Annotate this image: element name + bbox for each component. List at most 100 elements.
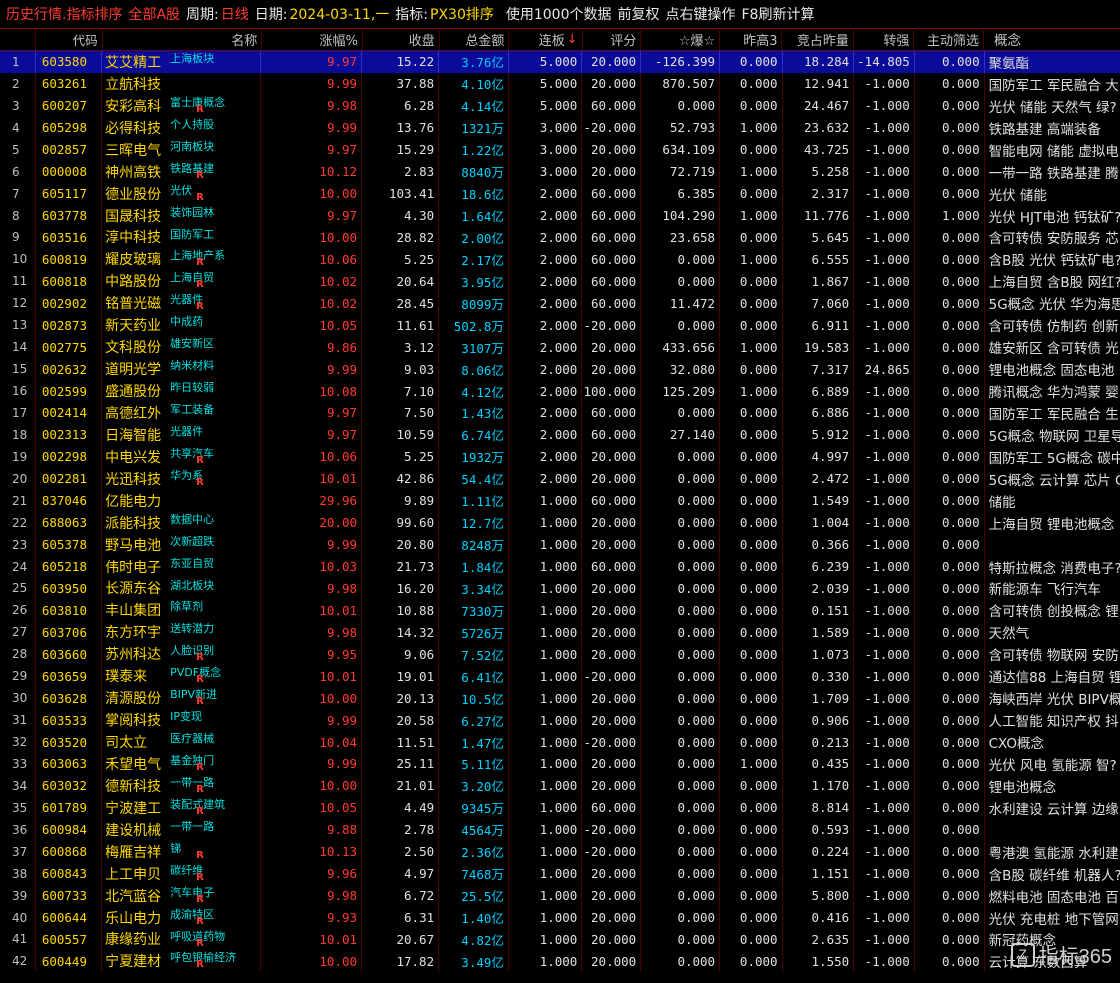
title-period[interactable]: 日线 (221, 4, 249, 24)
stock-code: 002313 (36, 423, 103, 446)
total-amount: 7468万 (439, 862, 509, 885)
title-adjust[interactable]: 前复权 (618, 4, 660, 24)
table-row[interactable]: 42 600449 宁夏建材 呼包银榆经济 R 10.00 17.82 3.49亿 1.000 2… (0, 950, 1120, 973)
col-zhuanqiang[interactable]: 转强 (854, 28, 915, 50)
table-row[interactable]: 6 000008 神州高铁 铁路基建 R 10.12 2.83 8840万 3.000 20.00… (0, 160, 1120, 183)
stock-name-text: 清源股份 (105, 691, 162, 708)
table-row[interactable]: 26 603810 丰山集团 除草剂 10.01 10.88 7330万 1.000 20.00… (0, 599, 1120, 622)
table-row[interactable]: 13 002873 新天药业 中成药 10.05 11.61 502.8万 2.000 -20.… (0, 314, 1120, 337)
col-zhudong[interactable]: 主动筛选 (914, 28, 985, 50)
zhuanqiang-value: -1.000 (854, 204, 915, 227)
stock-name-text: 中电兴发 (105, 449, 162, 466)
bao-value: 0.000 (641, 94, 721, 117)
zuogao-value: 0.000 (720, 72, 783, 95)
zuogao-value: 0.000 (720, 796, 783, 819)
table-row[interactable]: 30 603628 清源股份 BIPV新进 R 10.00 20.13 10.5亿 1.000 2… (0, 687, 1120, 710)
zhuanqiang-value: -1.000 (854, 336, 915, 359)
table-row[interactable]: 35 601789 宁波建工 装配式建筑 R 10.05 4.49 9345万 1.000 60.… (0, 796, 1120, 819)
table-row[interactable]: 15 002632 道明光学 纳米材料 9.99 9.03 8.06亿 2.000 20.000… (0, 358, 1120, 381)
table-row[interactable]: 29 603659 璞泰来 PVDF概念 R 10.01 19.01 6.41亿 1.000 -2… (0, 665, 1120, 688)
col-gainian[interactable]: 概念 (984, 28, 1120, 50)
table-row[interactable]: 17 002414 高德红外 军工装备 9.97 7.50 1.43亿 2.000 60.000… (0, 402, 1120, 424)
table-row[interactable]: 20 002281 光迅科技 华为系 R 10.01 42.86 54.4亿 2.000 20.0… (0, 467, 1120, 490)
table-row[interactable]: 27 603706 东方环宇 送转潜力 9.98 14.32 5726万 1.000 20.00… (0, 621, 1120, 644)
col-code[interactable]: 代码 (36, 28, 103, 50)
zhudong-value: 0.000 (915, 665, 985, 688)
table-row[interactable]: 9 603516 淳中科技 国防军工 10.00 28.82 2.00亿 2.000 60.00… (0, 226, 1120, 249)
row-index: 20 (0, 467, 36, 490)
table-row[interactable]: 40 600644 乐山电力 成渝特区 R 9.93 6.31 1.40亿 1.000 20.00… (0, 906, 1120, 929)
table-row[interactable]: 1 603580 艾艾精工 上海板块 9.97 15.22 3.76亿 5.000 20.000… (0, 51, 1120, 73)
title-date[interactable]: 2024-03-11,一 (289, 4, 389, 24)
table-row[interactable]: 38 600843 上工申贝 碳纤维 R 9.96 4.97 7468万 1.000 20.000… (0, 862, 1120, 885)
title-module[interactable]: 历史行情.指标排序 (6, 4, 122, 24)
pct-change: 9.86 (261, 336, 363, 359)
col-pct[interactable]: 涨幅% (262, 28, 363, 50)
table-row[interactable]: 10 600819 耀皮玻璃 上海地产系 R 10.06 5.25 2.17亿 2.000 60.… (0, 248, 1120, 271)
pct-change: 20.00 (261, 511, 363, 534)
table-row[interactable]: 21 837046 亿能电力 29.96 9.89 1.11亿 1.000 60.000 0.0… (0, 489, 1120, 512)
col-bao[interactable]: ☆爆☆ (641, 28, 721, 50)
pct-change: 10.01 (261, 599, 363, 622)
concept-text: 铁路基建 高端装备 (988, 121, 1101, 138)
col-score[interactable]: 评分 (583, 28, 642, 50)
stock-name: 司太立 医疗器械 (102, 731, 262, 753)
table-row[interactable]: 2 603261 立航科技 9.99 37.88 4.10亿 5.000 20.000 870.… (0, 72, 1120, 95)
col-zuogao[interactable]: 昨高3 (720, 28, 783, 50)
stock-name: 德业股份 光伏 R (102, 182, 262, 205)
stock-name: 国晟科技 装饰园林 (102, 204, 262, 227)
margin-flag-icon: R (196, 805, 204, 817)
jingzhan-value: 2.472 (783, 467, 855, 490)
table-row[interactable]: 34 603032 德新科技 一带一路 R 10.00 21.01 3.20亿 1.000 20.… (0, 774, 1120, 797)
table-row[interactable]: 16 002599 盛通股份 昨日较弱 10.08 7.10 4.12亿 2.000 100.0… (0, 380, 1120, 402)
watermark-text: 指标365 (1038, 946, 1112, 968)
table-row[interactable]: 12 002902 铭普光磁 光器件 R 10.02 28.45 8099万 2.000 60.0… (0, 292, 1120, 315)
table-row[interactable]: 11 600818 中路股份 上海自贸 R 10.02 20.64 3.95亿 2.000 60.… (0, 270, 1120, 293)
score-value: -20.000 (582, 840, 642, 863)
bao-value: 0.000 (641, 402, 721, 424)
stock-code: 600843 (36, 862, 103, 885)
table-row[interactable]: 4 605298 必得科技 个人持股 9.99 13.76 1321万 3.000 -20.00… (0, 116, 1120, 139)
table-row[interactable]: 24 605218 伟时电子 东亚自贸 10.03 21.73 1.84亿 1.000 60.0… (0, 555, 1120, 578)
sector-tag: 国防军工 (170, 227, 215, 241)
table-row[interactable]: 14 002775 文科股份 雄安新区 9.86 3.12 3107万 2.000 20.000… (0, 336, 1120, 359)
table-row[interactable]: 18 002313 日海智能 光器件 9.97 10.59 6.74亿 2.000 60.000… (0, 423, 1120, 446)
table-row[interactable]: 33 603063 禾望电气 基金独门 R 9.99 25.11 5.11亿 1.000 20.0… (0, 753, 1120, 775)
stock-name-text: 长源东谷 (105, 581, 162, 598)
zhudong-value: 0.000 (915, 753, 985, 775)
table-row[interactable]: 3 600207 安彩高科 富士康概念 R 9.98 6.28 4.14亿 5.000 60.00… (0, 94, 1120, 117)
zhuanqiang-value: -1.000 (854, 599, 915, 622)
col-name[interactable]: 名称 (103, 28, 263, 50)
row-index: 14 (0, 336, 36, 359)
table-row[interactable]: 36 600984 建设机械 一带一路 9.88 2.78 4564万 1.000 -20.00… (0, 818, 1120, 841)
jingzhan-value: 6.889 (783, 380, 855, 402)
concept-text: 国防军工 军民融合 大 (988, 77, 1119, 94)
zhudong-value: 0.000 (915, 687, 985, 710)
title-indicator[interactable]: PX30排序 (430, 4, 494, 24)
col-lianban[interactable]: 连板 ↓ (509, 28, 583, 50)
stock-name-text: 中路股份 (105, 274, 162, 291)
table-row[interactable]: 7 605117 德业股份 光伏 R 10.00 103.41 18.6亿 2.000 60.00… (0, 182, 1120, 205)
table-row[interactable]: 23 605378 野马电池 次新超跌 9.99 20.80 8248万 1.000 20.00… (0, 533, 1120, 556)
table-row[interactable]: 28 603660 苏州科达 人脸识别 R 9.95 9.06 7.52亿 1.000 20.00… (0, 643, 1120, 666)
stock-name: 乐山电力 成渝特区 R (102, 906, 262, 929)
table-row[interactable]: 22 688063 派能科技 数据中心 20.00 99.60 12.7亿 1.000 20.0… (0, 511, 1120, 534)
title-market[interactable]: 全部A股 (128, 4, 180, 24)
table-row[interactable]: 32 603520 司太立 医疗器械 10.04 11.51 1.47亿 1.000 -20.0… (0, 731, 1120, 753)
bao-value: 0.000 (641, 709, 721, 732)
table-row[interactable]: 5 002857 三晖电气 河南板块 9.97 15.29 1.22亿 3.000 20.000… (0, 138, 1120, 161)
total-amount: 6.74亿 (439, 423, 509, 446)
col-amount[interactable]: 总金额 (440, 28, 510, 50)
table-row[interactable]: 37 600868 梅雁吉祥锑 R 10.13 2.50 2.36亿 1.000 -20.000… (0, 840, 1120, 863)
stock-name-text: 苏州科达 (105, 647, 162, 664)
col-close[interactable]: 收盘 (363, 28, 440, 50)
table-row[interactable]: 25 603950 长源东谷 湖北板块 9.98 16.20 3.34亿 1.000 20.00… (0, 577, 1120, 600)
close-price: 5.25 (362, 445, 440, 468)
table-row[interactable]: 31 603533 掌阅科技 IP变现 9.99 20.58 6.27亿 1.000 20.00… (0, 709, 1120, 732)
table-row[interactable]: 41 600557 康缘药业 呼吸道药物 R 10.01 20.67 4.82亿 1.000 20… (0, 928, 1120, 951)
pct-change: 10.06 (261, 445, 363, 468)
table-row[interactable]: 39 600733 北汽蓝谷 汽车电子 R 9.98 6.72 25.5亿 1.000 20.00… (0, 884, 1120, 907)
table-row[interactable]: 8 603778 国晟科技 装饰园林 9.97 4.30 1.64亿 2.000 60.000 1… (0, 204, 1120, 227)
col-jingzhan[interactable]: 竞占昨量 (782, 28, 854, 50)
table-row[interactable]: 19 002298 中电兴发 共享汽车 R 10.06 5.25 1932万 2.000 20.0… (0, 445, 1120, 468)
